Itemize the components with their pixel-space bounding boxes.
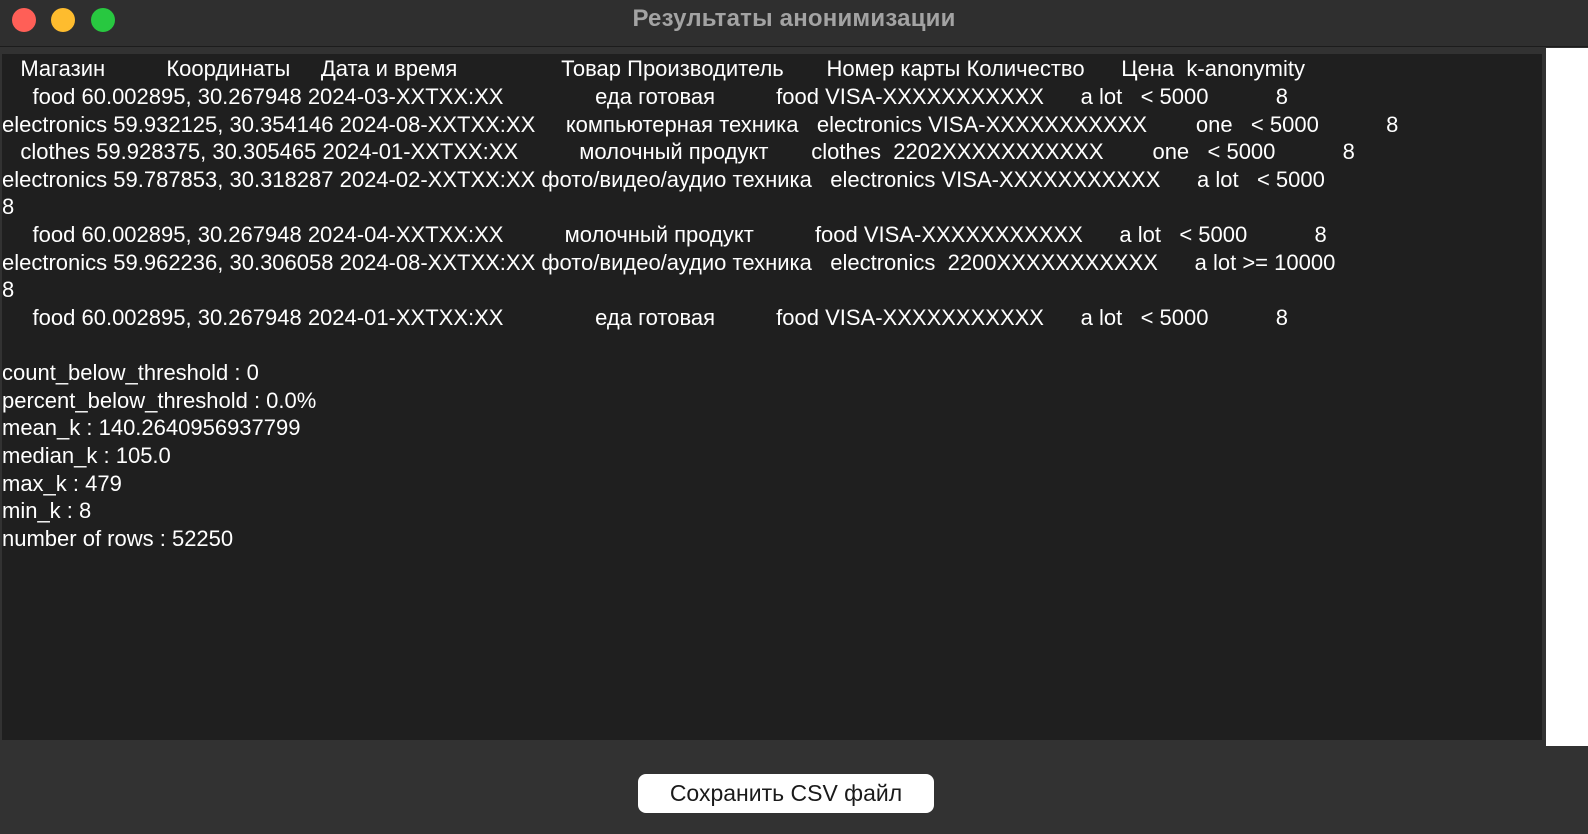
stat-mean-k: mean_k : 140.2640956937799 xyxy=(2,415,301,440)
window-title: Результаты анонимизации xyxy=(632,5,956,32)
scrollbar[interactable] xyxy=(1546,48,1588,746)
text-line-row-7: food 60.002895, 30.267948 2024-01-XXTXX:… xyxy=(2,305,1288,330)
text-line-row-3: clothes 59.928375, 30.305465 2024-01-XXT… xyxy=(2,139,1355,164)
save-csv-button[interactable]: Сохранить CSV файл xyxy=(638,774,934,813)
text-line-row-6-wrap: 8 xyxy=(2,277,15,302)
stat-number-of-rows: number of rows : 52250 xyxy=(2,526,234,551)
text-line-header: Магазин Координаты Дата и время Товар Пр… xyxy=(2,56,1305,81)
title-bar: Результаты анонимизации xyxy=(0,0,1588,47)
text-line-row-4-wrap: 8 xyxy=(2,194,15,219)
app-window: Результаты анонимизации Магазин Координа… xyxy=(0,0,1588,834)
stat-min-k: min_k : 8 xyxy=(2,498,92,523)
text-line-row-5: food 60.002895, 30.267948 2024-04-XXTXX:… xyxy=(2,222,1327,247)
text-line-row-2: electronics 59.932125, 30.354146 2024-08… xyxy=(2,112,1399,137)
stat-max-k: max_k : 479 xyxy=(2,471,122,496)
stat-count-below-threshold: count_below_threshold : 0 xyxy=(2,360,259,385)
text-line-row-1: food 60.002895, 30.267948 2024-03-XXTXX:… xyxy=(2,84,1288,109)
stat-median-k: median_k : 105.0 xyxy=(2,443,171,468)
text-line-row-6: electronics 59.962236, 30.306058 2024-08… xyxy=(2,250,1336,275)
text-line-row-4: electronics 59.787853, 30.318287 2024-02… xyxy=(2,167,1325,192)
stat-percent-below-threshold: percent_below_threshold : 0.0% xyxy=(2,388,317,413)
results-text-area[interactable]: Магазин Координаты Дата и время Товар Пр… xyxy=(2,54,1542,740)
